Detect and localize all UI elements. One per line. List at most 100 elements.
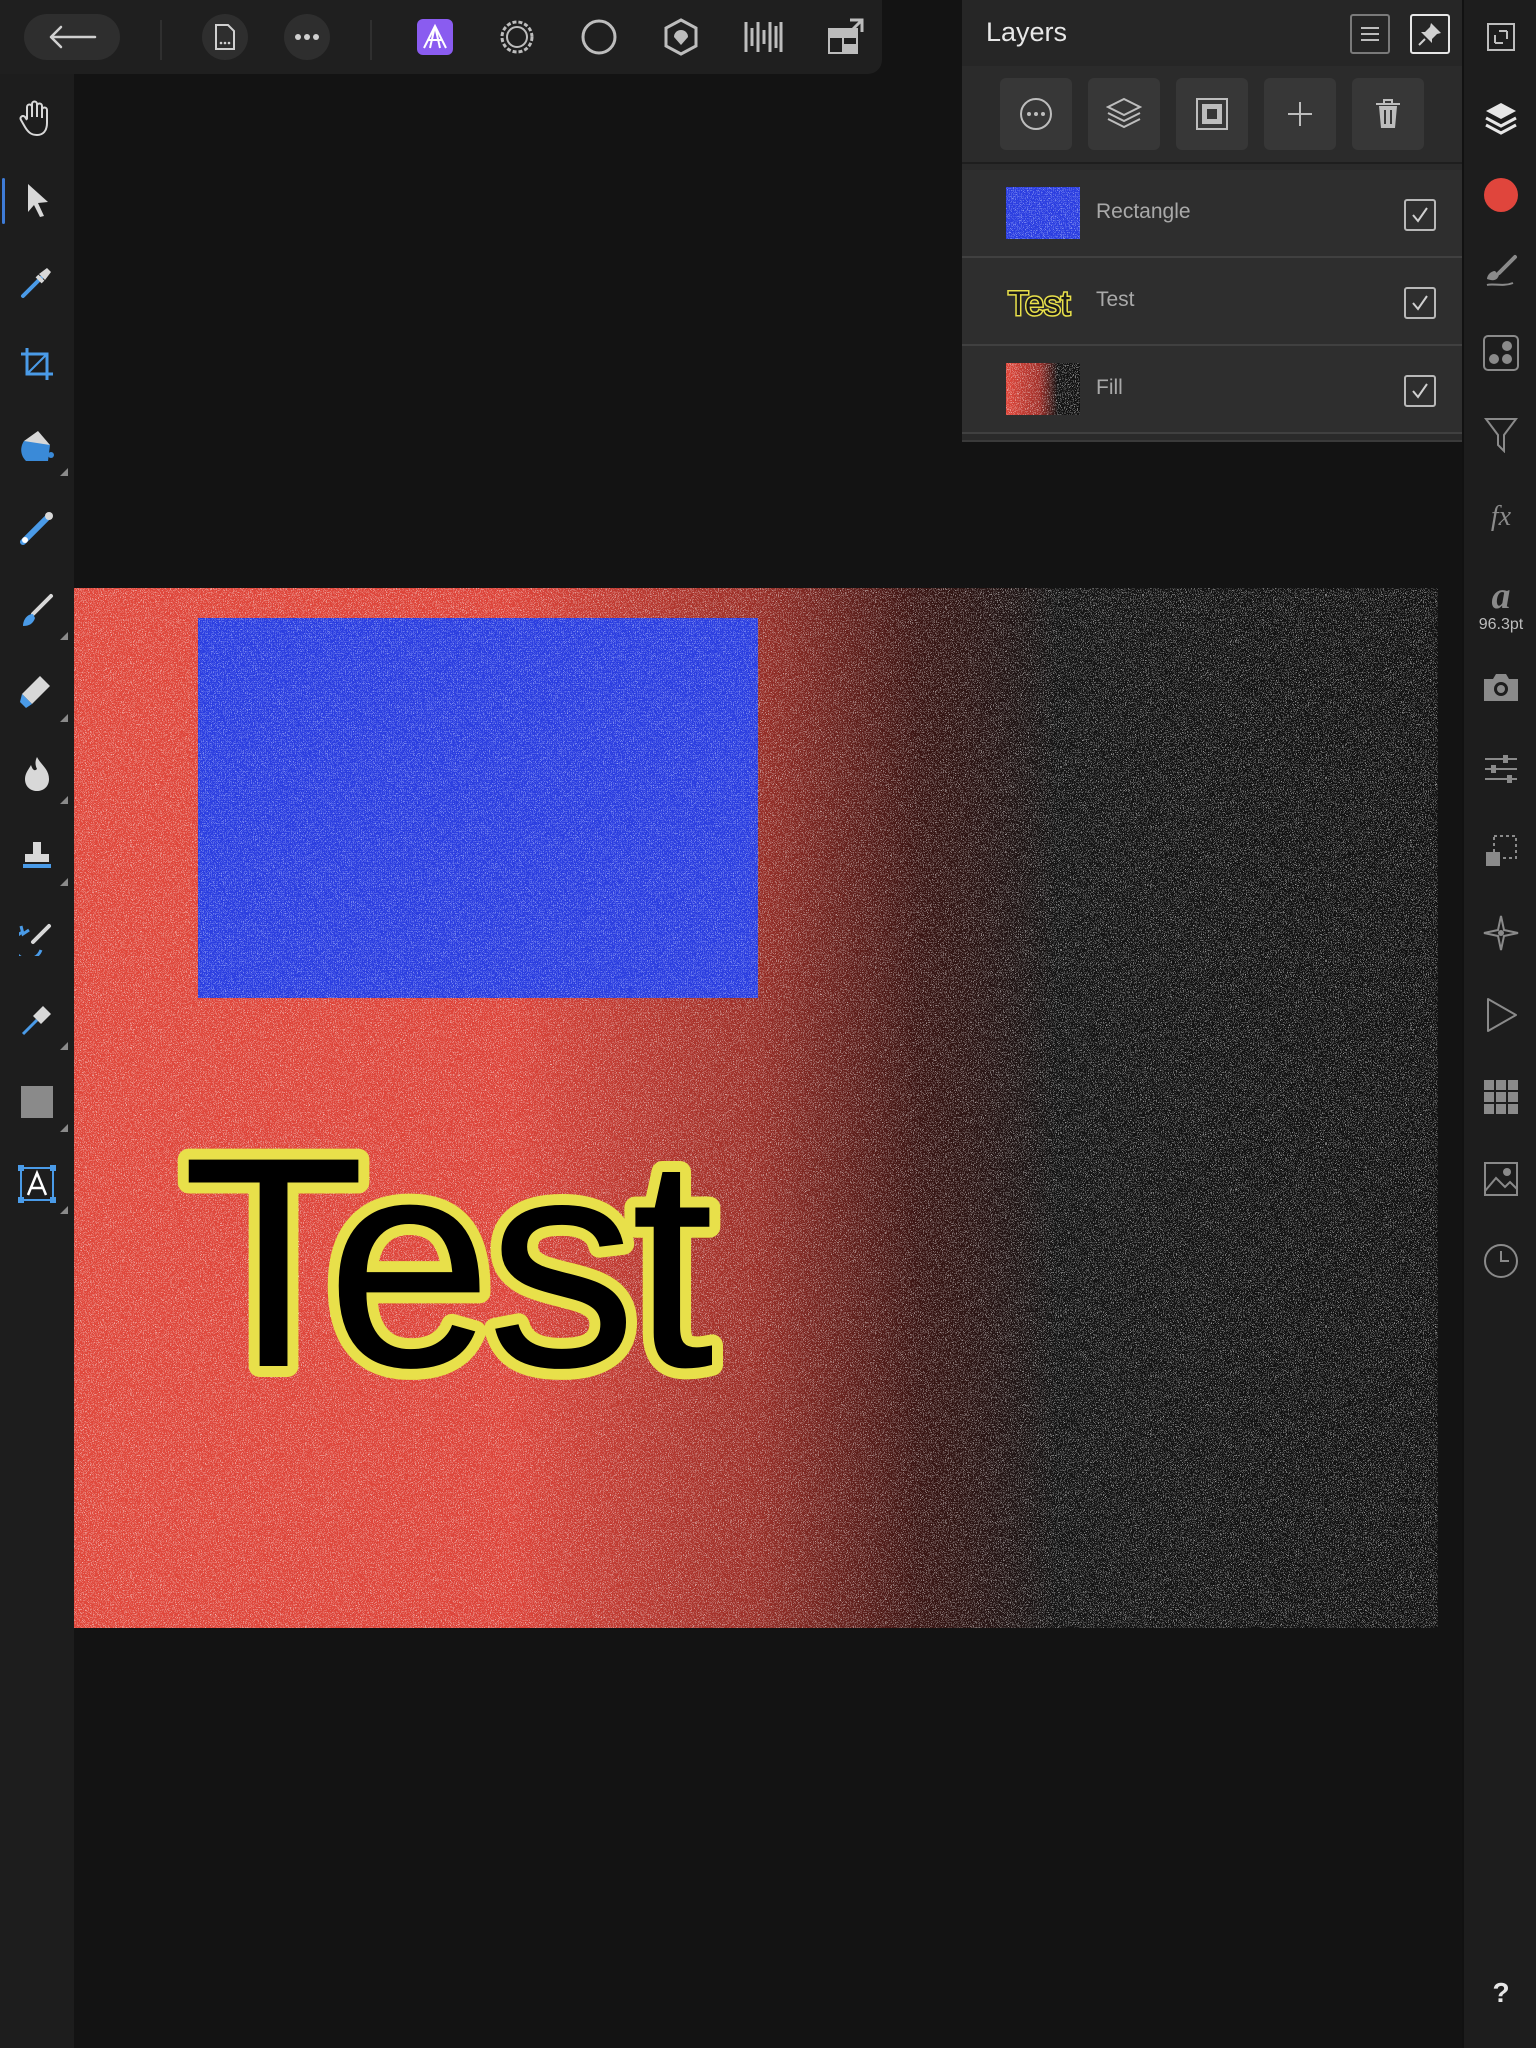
document-canvas[interactable]: Test Test: [74, 588, 1438, 1628]
help-button[interactable]: ?: [1464, 1958, 1536, 2028]
layer-name: Fill: [1096, 376, 1123, 399]
swatches-studio-button[interactable]: [1464, 1062, 1536, 1132]
mask-layer-button[interactable]: [1176, 78, 1248, 150]
layer-thumbnail-rectangle: [1006, 187, 1080, 239]
transform-studio-button[interactable]: [1464, 816, 1536, 886]
gradient-tool[interactable]: [0, 488, 74, 568]
move-arrow-icon: [28, 184, 48, 217]
layer-visibility-checkbox[interactable]: [1404, 199, 1436, 231]
add-layer-button[interactable]: [1264, 78, 1336, 150]
gradient-icon: [20, 512, 53, 545]
layer-stack-button[interactable]: [1088, 78, 1160, 150]
paint-brush-icon: [23, 594, 53, 626]
panel-menu-icon: [1361, 27, 1379, 41]
panel-menu-button[interactable]: [1350, 14, 1390, 54]
layer-stack-icon: [1106, 97, 1142, 129]
rectangle-noise: [198, 618, 758, 998]
layers-panel: Layers Rectangle Test Test Fill: [962, 0, 1462, 442]
filter-studio-button[interactable]: [1464, 400, 1536, 470]
filter-icon: [1484, 418, 1518, 453]
pen-icon: [21, 1006, 51, 1036]
workspace-button[interactable]: [822, 14, 868, 60]
clone-stamp-tool[interactable]: [0, 816, 74, 896]
fx-icon: fx: [1490, 501, 1512, 532]
flood-fill-tool[interactable]: [0, 406, 74, 486]
layer-row-rectangle[interactable]: Rectangle: [962, 170, 1462, 258]
layers-panel-header: Layers: [962, 0, 1462, 66]
tone-mapping-persona-button[interactable]: [658, 14, 704, 60]
burn-brush-tool[interactable]: [0, 734, 74, 814]
erase-brush-icon: [20, 676, 50, 708]
flyout-indicator: [60, 714, 68, 722]
export-persona-button[interactable]: [740, 14, 786, 60]
fit-view-button[interactable]: [1464, 2, 1536, 72]
delete-layer-icon: [1376, 99, 1400, 128]
history-studio-button[interactable]: [1464, 1226, 1536, 1296]
affinity-photo-app: Test Test Layers Rectangle Test Test Fil…: [0, 0, 1536, 2048]
develop-persona-icon: [581, 19, 617, 55]
text-layer[interactable]: Test Test: [174, 1088, 874, 1408]
stock-icon: [1484, 1162, 1518, 1196]
more-button[interactable]: [284, 14, 330, 60]
camera-studio-button[interactable]: [1464, 652, 1536, 722]
fit-view-icon: [1487, 23, 1515, 51]
flyout-indicator: [60, 878, 68, 886]
pen-tool[interactable]: [0, 980, 74, 1060]
move-tool[interactable]: [0, 160, 74, 240]
layer-row-test[interactable]: Test Test: [962, 258, 1462, 346]
text-layer-fill: Test: [182, 1094, 715, 1408]
back-button[interactable]: [24, 14, 120, 60]
tools-toolbar: [0, 74, 74, 2048]
view-tool[interactable]: [0, 78, 74, 158]
top-toolbar: [0, 0, 882, 74]
flood-fill-icon: [21, 431, 54, 461]
develop-persona-button[interactable]: [576, 14, 622, 60]
layer-options-button[interactable]: [1000, 78, 1072, 150]
photo-persona-icon: [417, 19, 453, 55]
stock-studio-button[interactable]: [1464, 1144, 1536, 1214]
erase-brush-tool[interactable]: [0, 652, 74, 732]
adjustments-studio-button[interactable]: [1464, 734, 1536, 804]
flyout-indicator: [60, 468, 68, 476]
character-studio-button[interactable]: a 96.3pt: [1464, 564, 1536, 648]
crop-icon: [21, 348, 53, 380]
toolbar-separator: [160, 20, 162, 60]
navigator-studio-button[interactable]: [1464, 898, 1536, 968]
camera-icon: [1484, 674, 1518, 701]
document-icon: [215, 24, 235, 50]
flyout-indicator: [60, 1124, 68, 1132]
fx-studio-button[interactable]: fx: [1464, 482, 1536, 552]
layer-row-fill[interactable]: Fill: [962, 346, 1462, 434]
pin-panel-button[interactable]: [1410, 14, 1450, 54]
channels-studio-button[interactable]: [1464, 318, 1536, 388]
undo-brush-tool[interactable]: [0, 898, 74, 978]
artistic-text-tool[interactable]: [0, 1144, 74, 1224]
color-icon: [1484, 178, 1518, 212]
layer-name: Rectangle: [1096, 200, 1191, 223]
navigator-icon: [1483, 915, 1519, 951]
layer-visibility-checkbox[interactable]: [1404, 375, 1436, 407]
liquify-persona-icon: [500, 20, 534, 54]
liquify-persona-button[interactable]: [494, 14, 540, 60]
font-size-readout: 96.3pt: [1478, 616, 1524, 633]
document-button[interactable]: [202, 14, 248, 60]
photo-persona-button[interactable]: [412, 14, 458, 60]
svg-text:Test: Test: [1008, 285, 1071, 323]
crop-tool[interactable]: [0, 324, 74, 404]
mask-icon: [1196, 98, 1228, 130]
macro-icon: [1487, 998, 1517, 1032]
rectangle-tool[interactable]: [0, 1062, 74, 1142]
brushes-studio-button[interactable]: [1464, 236, 1536, 306]
color-picker-tool[interactable]: [0, 242, 74, 322]
layer-visibility-checkbox[interactable]: [1404, 287, 1436, 319]
paint-brush-tool[interactable]: [0, 570, 74, 650]
macro-studio-button[interactable]: [1464, 980, 1536, 1050]
clone-stamp-icon: [23, 842, 51, 868]
color-studio-button[interactable]: [1464, 160, 1536, 230]
rectangle-layer[interactable]: [198, 618, 758, 998]
flyout-indicator: [60, 632, 68, 640]
workspace-icon: [828, 18, 864, 54]
delete-layer-button[interactable]: [1352, 78, 1424, 150]
layers-studio-button[interactable]: [1464, 84, 1536, 154]
layer-thumbnail-text: Test: [1006, 275, 1080, 327]
